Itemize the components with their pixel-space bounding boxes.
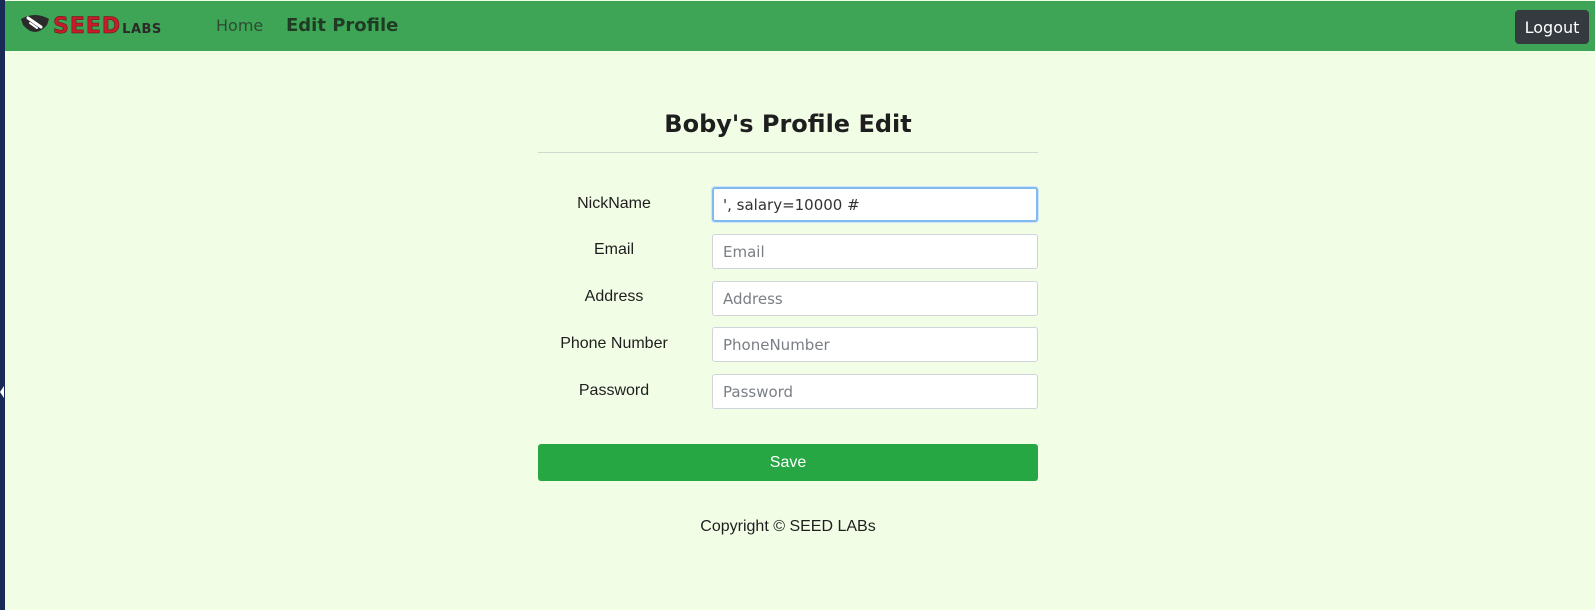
phone-number-label: Phone Number: [560, 335, 668, 352]
top-navbar: SEED LABS Home Edit Profile Logout: [5, 1, 1595, 51]
copyright-footer: Copyright © SEED LABs: [700, 518, 876, 535]
nav-edit-profile-link[interactable]: Edit Profile: [286, 15, 398, 36]
email-label: Email: [593, 241, 634, 258]
password-label: Password: [578, 382, 650, 399]
address-label: Address: [584, 288, 644, 305]
page-title: Boby's Profile Edit: [664, 110, 912, 138]
nickname-label: NickName: [577, 195, 651, 212]
nav-home-link[interactable]: Home: [216, 16, 263, 35]
password-input[interactable]: [712, 374, 1038, 409]
title-divider: [538, 152, 1038, 153]
seed-labs-logo[interactable]: SEED LABS: [19, 12, 162, 40]
phone-number-input[interactable]: [712, 327, 1038, 362]
window-left-edge: [0, 0, 5, 610]
email-input[interactable]: [712, 234, 1038, 269]
logo-subtext: LABS: [122, 22, 162, 37]
seed-shield-icon: [21, 15, 49, 32]
logout-button[interactable]: Logout: [1515, 10, 1589, 44]
collapse-handle-icon[interactable]: [0, 386, 4, 398]
logo-text: SEED: [53, 13, 122, 39]
save-button[interactable]: Save: [538, 444, 1038, 481]
address-input[interactable]: [712, 281, 1038, 316]
nickname-input[interactable]: [712, 187, 1038, 222]
